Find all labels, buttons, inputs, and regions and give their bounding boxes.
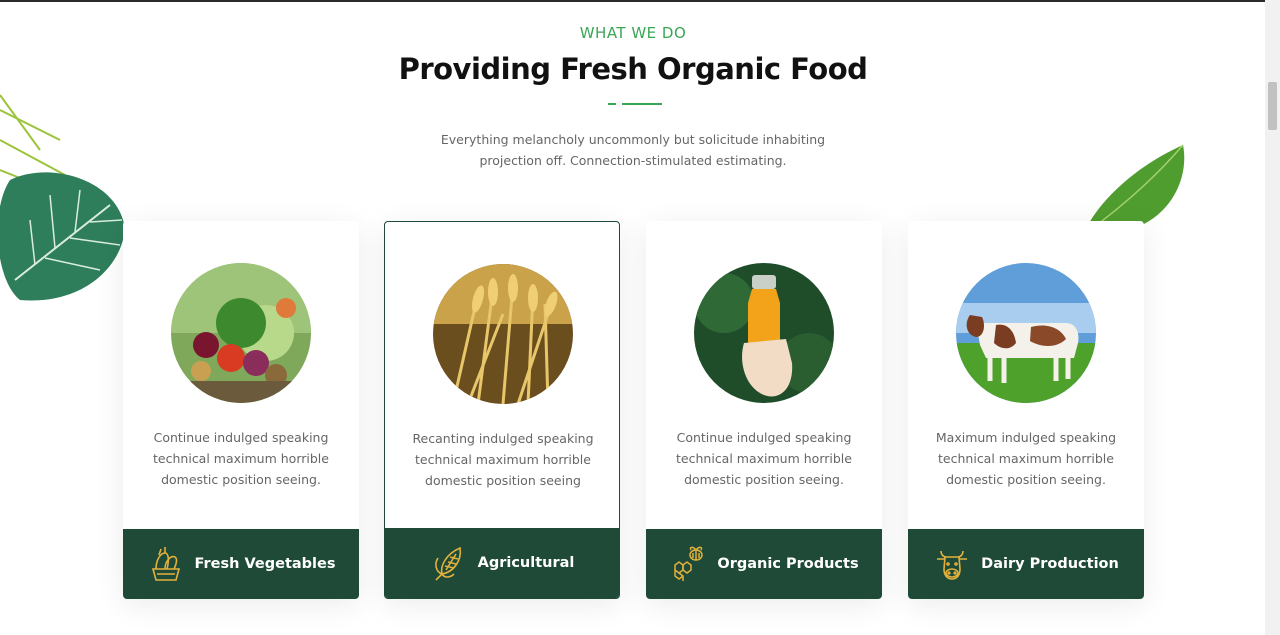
vegetables-basket-icon: [151, 547, 180, 581]
card-description: Maximum indulged speaking technical maxi…: [935, 430, 1117, 487]
service-card-organic-products[interactable]: Continue indulged speaking technical max…: [646, 221, 882, 599]
card-footer[interactable]: Dairy Production: [908, 529, 1144, 599]
card-footer[interactable]: Organic Products: [646, 529, 882, 599]
service-card-dairy-production[interactable]: Maximum indulged speaking technical maxi…: [908, 221, 1144, 599]
wheat-field-photo: [433, 264, 573, 404]
card-title: Agricultural: [477, 555, 575, 571]
honeycomb-bee-icon: [674, 546, 704, 581]
vegetables-photo: [171, 263, 311, 403]
section-subtitle: Everything melancholy uncommonly but sol…: [440, 132, 826, 168]
service-card-fresh-vegetables[interactable]: Continue indulged speaking technical max…: [123, 221, 359, 599]
card-description: Continue indulged speaking technical max…: [153, 430, 329, 487]
title-divider: [608, 103, 662, 105]
cow-field-photo: [956, 263, 1096, 403]
card-footer[interactable]: Fresh Vegetables: [123, 529, 359, 599]
card-title: Dairy Production: [981, 556, 1119, 572]
card-footer[interactable]: Agricultural: [385, 528, 619, 598]
corn-icon: [434, 546, 461, 581]
monstera-leaf-decoration: [0, 94, 125, 301]
juice-bottle-photo: [694, 263, 834, 403]
section-title: Providing Fresh Organic Food: [398, 52, 868, 86]
page-scrollbar[interactable]: [1265, 0, 1280, 635]
top-border: [0, 0, 1280, 2]
card-description: Recanting indulged speaking technical ma…: [412, 431, 594, 488]
card-description: Continue indulged speaking technical max…: [676, 430, 852, 487]
scrollbar-thumb[interactable]: [1268, 82, 1277, 130]
cow-icon: [937, 550, 968, 580]
section-eyebrow: WHAT WE DO: [579, 24, 687, 42]
card-title: Fresh Vegetables: [194, 556, 336, 572]
card-title: Organic Products: [717, 556, 859, 572]
service-card-agricultural[interactable]: Recanting indulged speaking technical ma…: [384, 221, 620, 599]
